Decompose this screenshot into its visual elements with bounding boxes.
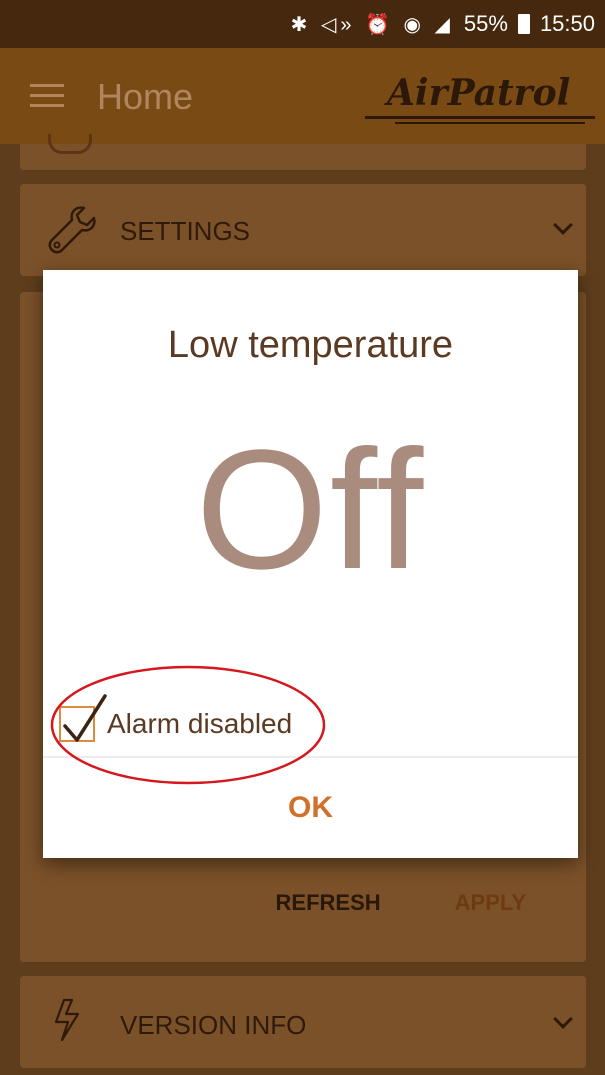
dialog-title: Low temperature	[167, 324, 454, 366]
logo-underline-2	[395, 122, 585, 124]
version-info-card[interactable]: VERSION INFO	[20, 976, 586, 1068]
alarm-disabled-checkbox-row[interactable]: Alarm disabled	[59, 694, 293, 746]
clock: 15:50	[539, 11, 595, 36]
chevron-down-icon[interactable]	[553, 1009, 573, 1029]
card-actions: REFRESH APPLY	[276, 890, 526, 916]
card-partial-icon	[48, 134, 92, 154]
logo-underline	[365, 116, 595, 119]
settings-card[interactable]: SETTINGS	[20, 184, 586, 276]
temperature-value[interactable]: Off	[43, 425, 578, 595]
checkmark-icon	[63, 694, 107, 742]
lightning-icon	[54, 998, 80, 1042]
battery-level: 55%	[463, 11, 508, 36]
menu-icon[interactable]	[30, 84, 64, 108]
apply-button[interactable]: APPLY	[455, 890, 526, 916]
alarm-disabled-checkbox[interactable]	[59, 694, 107, 742]
chevron-down-icon[interactable]	[553, 215, 573, 235]
status-bar: ✱ ◁» ⏰ ◉ ◢ 55% 15:50	[0, 0, 605, 48]
app-bar: Home AirPatrol	[0, 48, 605, 144]
refresh-button[interactable]: REFRESH	[276, 890, 381, 916]
card-partial	[20, 134, 586, 170]
alarm-disabled-label: Alarm disabled	[107, 708, 293, 739]
wrench-icon	[48, 206, 96, 254]
status-icons: ✱ ◁» ⏰ ◉ ◢	[290, 13, 454, 36]
version-info-label: VERSION INFO	[120, 1010, 307, 1040]
low-temperature-dialog: Low temperature Off Alarm disabled OK	[43, 270, 578, 858]
page-title: Home	[97, 76, 194, 117]
settings-label: SETTINGS	[120, 216, 251, 246]
ok-button[interactable]: OK	[43, 758, 578, 858]
airpatrol-logo: AirPatrol	[365, 72, 595, 126]
logo-text: AirPatrol	[387, 72, 571, 114]
battery-icon	[517, 14, 530, 34]
